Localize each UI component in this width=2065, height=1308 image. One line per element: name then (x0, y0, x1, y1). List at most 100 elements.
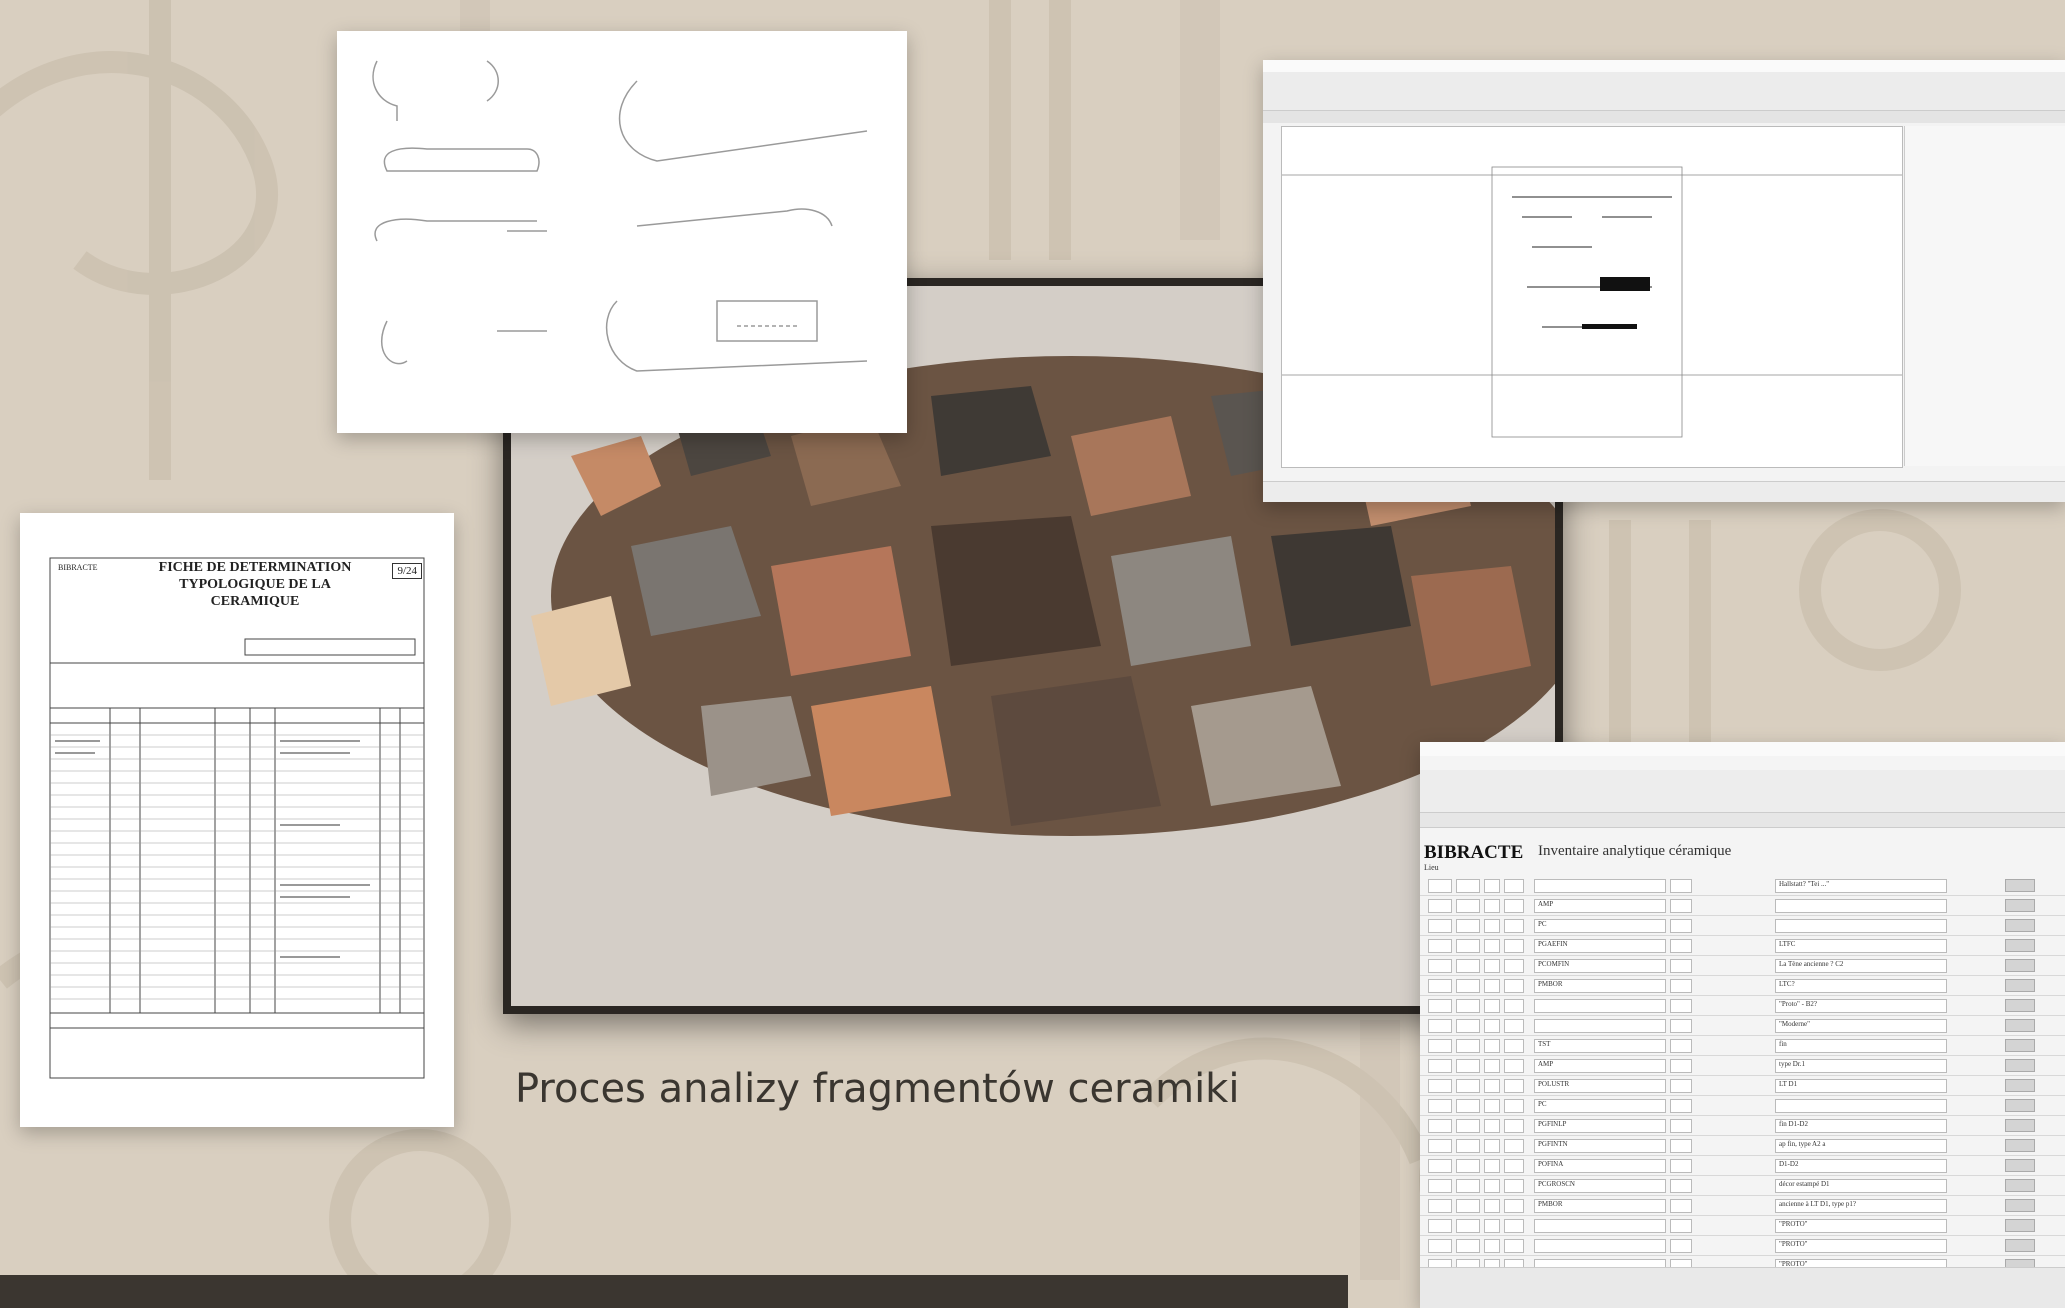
row-cell[interactable] (1484, 1139, 1500, 1153)
row-cell[interactable] (1504, 1139, 1524, 1153)
row-cell[interactable] (1484, 999, 1500, 1013)
row-open-button[interactable] (2005, 1019, 2035, 1032)
table-row[interactable]: PMBOR LTC? (1420, 976, 2065, 996)
row-open-button[interactable] (2005, 1239, 2035, 1252)
row-cell[interactable] (1428, 979, 1452, 993)
cad-layers-panel[interactable] (1904, 126, 2065, 466)
row-cell[interactable] (1456, 1239, 1480, 1253)
row-cell[interactable] (1504, 999, 1524, 1013)
row-cell[interactable] (1670, 1079, 1692, 1093)
row-cell[interactable] (1484, 1079, 1500, 1093)
row-cell[interactable] (1456, 959, 1480, 973)
row-cell[interactable] (1428, 1059, 1452, 1073)
row-cell[interactable] (1456, 1059, 1480, 1073)
row-open-button[interactable] (2005, 1119, 2035, 1132)
table-row[interactable]: POLUSTR LT D1 (1420, 1076, 2065, 1096)
row-cell[interactable] (1484, 1099, 1500, 1113)
cad-canvas[interactable] (1281, 126, 1903, 468)
row-cell[interactable] (1670, 1219, 1692, 1233)
row-cell[interactable] (1456, 919, 1480, 933)
row-cell[interactable] (1504, 919, 1524, 933)
row-open-button[interactable] (2005, 1139, 2035, 1152)
row-cell[interactable] (1670, 1179, 1692, 1193)
row-cell[interactable] (1670, 959, 1692, 973)
row-cell[interactable] (1456, 1019, 1480, 1033)
row-open-button[interactable] (2005, 979, 2035, 992)
row-cell[interactable] (1428, 999, 1452, 1013)
row-open-button[interactable] (2005, 899, 2035, 912)
row-cell[interactable] (1484, 1199, 1500, 1213)
row-comment-cell[interactable] (1775, 1079, 1947, 1093)
row-cell[interactable] (1456, 939, 1480, 953)
table-row[interactable]: PGFINTN ap fin, type A2 a (1420, 1136, 2065, 1156)
table-row[interactable]: "PROTO" (1420, 1236, 2065, 1256)
row-cell[interactable] (1456, 1119, 1480, 1133)
row-cell[interactable] (1484, 979, 1500, 993)
table-row[interactable]: Hallstatt? "Tei ..." (1420, 876, 2065, 896)
row-open-button[interactable] (2005, 1159, 2035, 1172)
row-open-button[interactable] (2005, 939, 2035, 952)
row-cell[interactable] (1670, 1159, 1692, 1173)
row-category-cell[interactable] (1534, 919, 1666, 933)
row-cell[interactable] (1670, 1099, 1692, 1113)
row-cell[interactable] (1504, 899, 1524, 913)
row-cell[interactable] (1428, 1079, 1452, 1093)
row-cell[interactable] (1484, 919, 1500, 933)
row-comment-cell[interactable] (1775, 979, 1947, 993)
row-comment-cell[interactable] (1775, 919, 1947, 933)
row-cell[interactable] (1456, 1159, 1480, 1173)
row-cell[interactable] (1428, 1039, 1452, 1053)
row-cell[interactable] (1428, 1099, 1452, 1113)
row-cell[interactable] (1670, 919, 1692, 933)
row-cell[interactable] (1428, 1119, 1452, 1133)
row-open-button[interactable] (2005, 999, 2035, 1012)
row-cell[interactable] (1504, 979, 1524, 993)
row-cell[interactable] (1504, 959, 1524, 973)
row-category-cell[interactable] (1534, 1219, 1666, 1233)
row-category-cell[interactable] (1534, 999, 1666, 1013)
row-comment-cell[interactable] (1775, 1159, 1947, 1173)
row-cell[interactable] (1670, 1199, 1692, 1213)
row-cell[interactable] (1456, 999, 1480, 1013)
db-layout-bar[interactable] (1420, 813, 2065, 828)
row-cell[interactable] (1456, 1079, 1480, 1093)
table-row[interactable]: PC (1420, 1096, 2065, 1116)
row-cell[interactable] (1456, 1139, 1480, 1153)
row-category-cell[interactable] (1534, 1059, 1666, 1073)
row-cell[interactable] (1484, 1179, 1500, 1193)
row-cell[interactable] (1504, 879, 1524, 893)
table-row[interactable]: PC (1420, 916, 2065, 936)
row-cell[interactable] (1670, 1039, 1692, 1053)
row-cell[interactable] (1504, 1119, 1524, 1133)
row-cell[interactable] (1428, 1199, 1452, 1213)
row-cell[interactable] (1670, 1059, 1692, 1073)
row-cell[interactable] (1428, 939, 1452, 953)
row-cell[interactable] (1484, 1039, 1500, 1053)
row-cell[interactable] (1504, 1039, 1524, 1053)
table-row[interactable]: PCGROSCN décor estampé D1 (1420, 1176, 2065, 1196)
table-row[interactable]: AMP (1420, 896, 2065, 916)
row-cell[interactable] (1428, 1159, 1452, 1173)
row-open-button[interactable] (2005, 1059, 2035, 1072)
row-cell[interactable] (1504, 1239, 1524, 1253)
row-cell[interactable] (1504, 1219, 1524, 1233)
row-cell[interactable] (1484, 939, 1500, 953)
row-cell[interactable] (1504, 1079, 1524, 1093)
row-comment-cell[interactable] (1775, 1099, 1947, 1113)
row-open-button[interactable] (2005, 959, 2035, 972)
db-menubar[interactable] (1420, 756, 2065, 770)
table-row[interactable]: AMP type Dr.1 (1420, 1056, 2065, 1076)
row-cell[interactable] (1428, 899, 1452, 913)
row-open-button[interactable] (2005, 1199, 2035, 1212)
row-cell[interactable] (1428, 879, 1452, 893)
row-cell[interactable] (1484, 1119, 1500, 1133)
row-cell[interactable] (1504, 1059, 1524, 1073)
row-cell[interactable] (1484, 1059, 1500, 1073)
row-cell[interactable] (1504, 1019, 1524, 1033)
row-cell[interactable] (1456, 1219, 1480, 1233)
row-cell[interactable] (1456, 979, 1480, 993)
row-cell[interactable] (1428, 1139, 1452, 1153)
row-comment-cell[interactable] (1775, 1039, 1947, 1053)
row-cell[interactable] (1670, 1239, 1692, 1253)
row-cell[interactable] (1428, 1219, 1452, 1233)
